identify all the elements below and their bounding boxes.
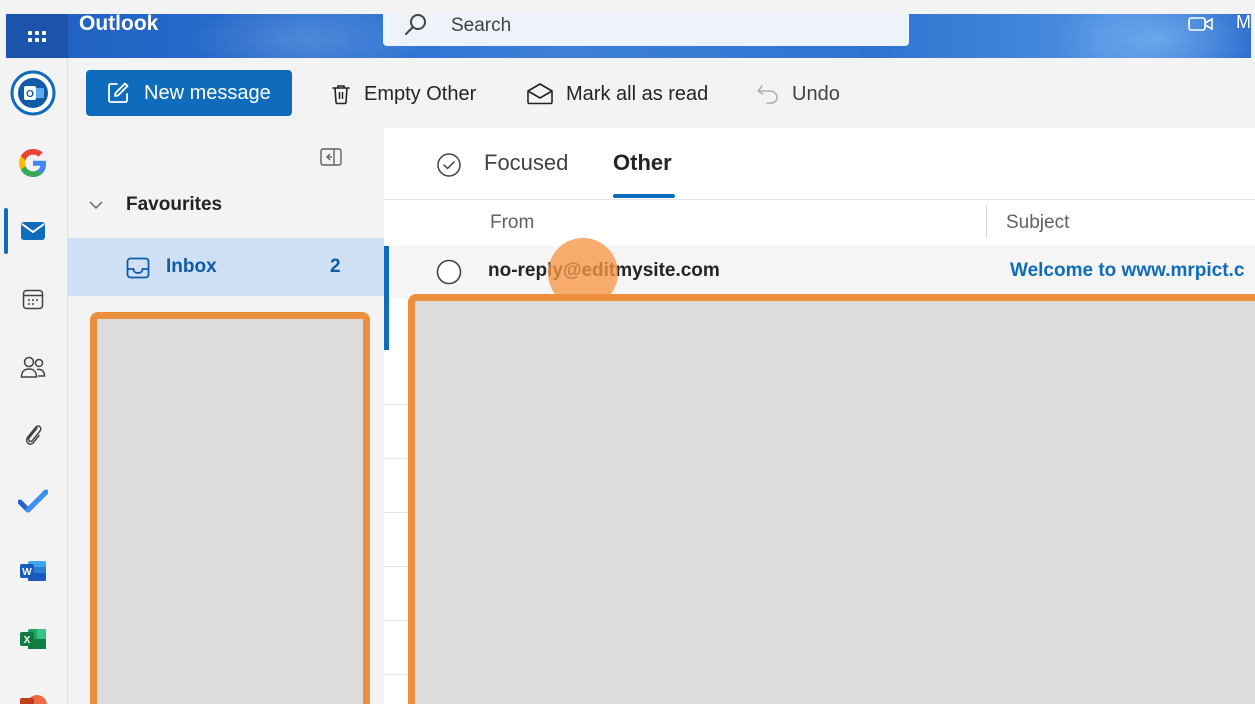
favourites-label: Favourites	[126, 194, 223, 215]
search-icon	[405, 14, 426, 35]
mark-all-read-label: Mark all as read	[566, 82, 709, 105]
delete-icon	[332, 85, 350, 105]
word-icon: W	[20, 561, 46, 581]
svg-text:W: W	[22, 567, 32, 578]
new-message-label: New message	[144, 81, 271, 104]
message-row[interactable]: no-reply@editmysite.com Welcome to www.m…	[384, 246, 1255, 298]
select-all-icon[interactable]	[436, 152, 462, 178]
column-header-from[interactable]: From	[490, 212, 534, 234]
google-icon	[19, 149, 46, 177]
tab-other[interactable]: Other	[613, 150, 672, 176]
attachment-icon	[25, 425, 42, 445]
mark-all-read-button[interactable]: Mark all as read	[526, 78, 708, 110]
rail-item-todo[interactable]	[8, 476, 58, 526]
rail-item-mail[interactable]	[8, 206, 58, 256]
calendar-icon	[22, 289, 44, 310]
undo-icon	[757, 85, 778, 104]
message-list-highlight	[408, 294, 1255, 704]
undo-button[interactable]: Undo	[756, 78, 840, 110]
header-truncated-text[interactable]: M	[1236, 14, 1251, 33]
folder-item-inbox[interactable]: Inbox 2	[68, 238, 384, 296]
rail-item-excel[interactable]: X	[8, 614, 58, 664]
powerpoint-icon	[20, 695, 47, 704]
mail-icon	[21, 222, 45, 240]
mark-read-icon	[527, 83, 553, 105]
favourites-header[interactable]: Favourites	[88, 194, 222, 216]
message-list: Focused Other From Subject no-reply@edit…	[384, 128, 1255, 704]
inbox-unread-count: 2	[330, 256, 341, 277]
command-toolbar: New message Empty Other Mark all as read	[68, 58, 1255, 128]
todo-icon	[18, 489, 48, 513]
meet-now-icon[interactable]	[1188, 14, 1214, 34]
column-divider[interactable]	[986, 206, 987, 238]
empty-other-label: Empty Other	[364, 82, 477, 105]
rail-item-files[interactable]	[8, 410, 58, 460]
column-headers: From Subject	[384, 200, 1255, 246]
rail-item-people[interactable]	[8, 342, 58, 392]
unread-indicator	[384, 298, 389, 350]
empty-other-button[interactable]: Empty Other	[330, 78, 476, 110]
tab-focused[interactable]: Focused	[484, 150, 568, 176]
chevron-down-icon	[89, 201, 103, 209]
compose-icon	[108, 82, 129, 103]
inbox-label: Inbox	[166, 256, 217, 277]
svg-text:X: X	[24, 635, 31, 646]
search-box[interactable]	[383, 14, 909, 46]
app-launcher-button[interactable]	[6, 14, 68, 58]
outlook-icon: O	[10, 70, 56, 116]
inbox-tabs: Focused Other	[384, 128, 1255, 200]
waffle-icon	[28, 30, 46, 42]
folder-list-highlight	[90, 312, 370, 704]
inbox-icon	[126, 257, 150, 279]
folder-pane: Favourites Inbox 2	[68, 128, 384, 704]
column-header-subject[interactable]: Subject	[1006, 212, 1069, 234]
top-header-bar: Outlook M	[6, 14, 1251, 58]
collapse-pane-icon[interactable]	[320, 148, 342, 166]
rail-item-word[interactable]: W	[8, 546, 58, 596]
app-rail: O W X	[0, 58, 68, 704]
message-subject: Welcome to www.mrpict.c	[1010, 260, 1245, 281]
app-title[interactable]: Outlook	[79, 14, 158, 36]
excel-icon: X	[20, 629, 46, 649]
search-input[interactable]	[451, 14, 871, 38]
outlook-window: Outlook M O	[0, 0, 1255, 704]
select-message-icon[interactable]	[436, 259, 462, 285]
people-icon	[20, 356, 46, 378]
unread-indicator	[384, 246, 389, 298]
active-tab-underline	[613, 194, 675, 198]
undo-label: Undo	[792, 82, 840, 105]
rail-item-calendar[interactable]	[8, 274, 58, 324]
rail-item-outlook[interactable]: O	[8, 68, 58, 118]
new-message-button[interactable]: New message	[86, 70, 292, 116]
rail-item-powerpoint[interactable]	[8, 680, 58, 704]
svg-text:O: O	[26, 89, 34, 100]
rail-item-google[interactable]	[8, 138, 58, 188]
